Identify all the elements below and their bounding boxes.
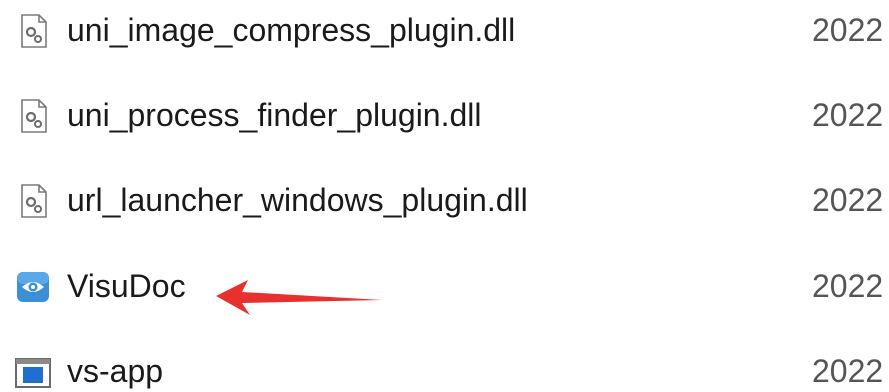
file-row-visudoc[interactable]: VisuDoc 2022 — [0, 256, 889, 316]
annotation-arrow — [214, 277, 384, 317]
dll-gear-icon — [14, 12, 52, 50]
file-row-url-launcher-windows-plugin[interactable]: url_launcher_windows_plugin.dll 2022 — [0, 170, 889, 230]
file-date: 2022 — [812, 353, 884, 389]
file-date: 2022 — [812, 268, 884, 304]
file-name: VisuDoc — [67, 268, 186, 304]
eye-app-icon — [14, 268, 52, 306]
window-app-icon — [14, 353, 52, 391]
file-list: uni_image_compress_plugin.dll 2022 uni_p… — [0, 0, 889, 392]
dll-gear-icon — [14, 182, 52, 220]
file-date: 2022 — [812, 12, 884, 48]
file-row-vs-app[interactable]: vs-app 2022 — [0, 341, 889, 392]
file-date: 2022 — [812, 182, 884, 218]
file-row-uni-image-compress-plugin[interactable]: uni_image_compress_plugin.dll 2022 — [0, 0, 889, 60]
file-name: uni_process_finder_plugin.dll — [67, 97, 482, 133]
dll-gear-icon — [14, 97, 52, 135]
file-name: url_launcher_windows_plugin.dll — [67, 182, 528, 218]
file-name: vs-app — [67, 353, 164, 389]
file-date: 2022 — [812, 97, 884, 133]
file-name: uni_image_compress_plugin.dll — [67, 12, 516, 48]
file-row-uni-process-finder-plugin[interactable]: uni_process_finder_plugin.dll 2022 — [0, 85, 889, 145]
